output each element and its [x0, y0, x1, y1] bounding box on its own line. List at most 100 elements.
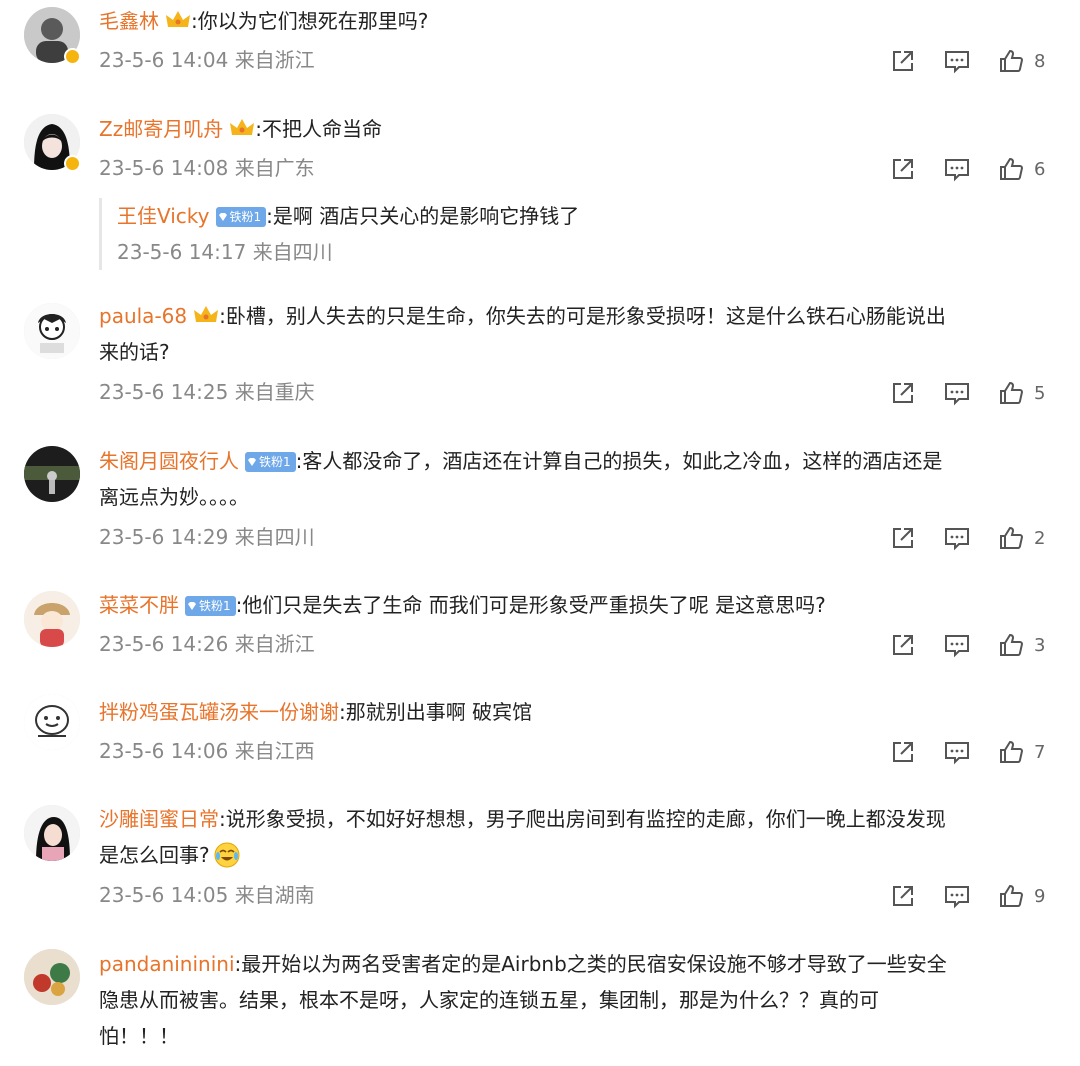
like-button[interactable]: 5 — [998, 380, 1046, 406]
comment-text: :他们只是失去了生命 而我们可是形象受严重损失了呢 是这意思吗? — [235, 593, 826, 617]
ip-location: 来自浙江 — [234, 48, 315, 72]
verified-badge-icon — [64, 155, 81, 172]
like-button[interactable]: 7 — [998, 739, 1046, 765]
diamond-icon — [188, 602, 196, 610]
thumbs-up-icon — [1000, 526, 1024, 549]
comment-actions: 5 — [890, 379, 1046, 407]
avatar[interactable] — [24, 805, 80, 861]
timestamp: 23-5-6 14:25 — [99, 380, 229, 404]
fan-badge: 铁粉1 — [215, 207, 267, 227]
timestamp: 23-5-6 14:08 — [99, 156, 229, 180]
crown-icon — [194, 306, 219, 322]
share-icon[interactable] — [890, 632, 916, 658]
avatar[interactable] — [24, 694, 80, 750]
thumbs-up-icon — [1000, 633, 1024, 656]
share-icon[interactable] — [890, 48, 916, 74]
comment-text: :不把人命当命 — [255, 117, 382, 141]
comment-icon[interactable] — [944, 739, 970, 765]
comment-text-line-2: 隐患从而被害。结果，根本不是呀，人家定的连锁五星，集团制，那是为什么？？真的可 — [99, 988, 879, 1012]
username[interactable]: pandanininini — [99, 952, 235, 976]
comment-meta: 23-5-6 14:06 来自江西 — [99, 737, 315, 765]
thumbs-up-icon — [1000, 157, 1024, 180]
comment-text: :说形象受损，不如好好想想，男子爬出房间到有监控的走廊，你们一晚上都没发现 — [219, 807, 946, 831]
comment-text-line-2: 是怎么回事? — [99, 843, 210, 867]
like-count: 5 — [1034, 382, 1046, 404]
like-count: 8 — [1034, 50, 1046, 72]
comment-meta: 23-5-6 14:25 来自重庆 — [99, 378, 315, 406]
comment-meta: 23-5-6 14:05 来自湖南 — [99, 881, 315, 909]
username[interactable]: 朱阁月圆夜行人 — [99, 449, 239, 473]
ip-location: 来自浙江 — [234, 632, 315, 656]
share-icon[interactable] — [890, 525, 916, 551]
ip-location: 来自四川 — [252, 240, 333, 264]
comment-actions: 7 — [890, 738, 1046, 766]
timestamp: 23-5-6 14:17 — [117, 240, 247, 264]
like-count: 9 — [1034, 885, 1046, 907]
ip-location: 来自四川 — [234, 525, 315, 549]
comment-actions: 6 — [890, 155, 1046, 183]
comment-actions: 8 — [890, 47, 1046, 75]
comment-text: :那就别出事啊 破宾馆 — [339, 700, 533, 724]
comment-meta: 23-5-6 14:04 来自浙江 — [99, 46, 315, 74]
comment-icon[interactable] — [944, 883, 970, 909]
comment-text-line-2: 离远点为妙。。。。 — [99, 485, 249, 509]
comment-text: :你以为它们想死在那里吗? — [191, 9, 429, 33]
avatar[interactable] — [24, 446, 80, 502]
like-count: 2 — [1034, 527, 1046, 549]
like-count: 3 — [1034, 634, 1046, 656]
thumbs-up-icon — [1000, 884, 1024, 907]
comment-icon[interactable] — [944, 632, 970, 658]
diamond-icon — [218, 213, 227, 221]
username[interactable]: 拌粉鸡蛋瓦罐汤来一份谢谢 — [99, 700, 339, 724]
reply-text: :是啊 酒店只关心的是影响它挣钱了 — [266, 204, 580, 228]
comment-text: :最开始以为两名受害者定的是Airbnb之类的民宿安保设施不够才导致了一些安全 — [234, 952, 947, 976]
diamond-icon — [248, 458, 256, 466]
comment-actions: 2 — [890, 524, 1046, 552]
share-icon[interactable] — [890, 883, 916, 909]
avatar[interactable] — [24, 949, 80, 1005]
fan-badge: 铁粉1 — [245, 452, 296, 472]
ip-location: 来自广东 — [234, 156, 315, 180]
like-button[interactable]: 8 — [998, 48, 1046, 74]
like-button[interactable]: 9 — [998, 883, 1046, 909]
timestamp: 23-5-6 14:06 — [99, 739, 229, 763]
like-button[interactable]: 3 — [998, 632, 1046, 658]
comment-meta: 23-5-6 14:29 来自四川 — [99, 523, 315, 551]
comment-icon[interactable] — [944, 525, 970, 551]
username[interactable]: paula-68 — [99, 304, 187, 328]
thumbs-up-icon — [1000, 381, 1024, 404]
comment-actions: 3 — [890, 631, 1046, 659]
username[interactable]: Zz邮寄月叽舟 — [99, 117, 223, 141]
crown-icon — [166, 11, 190, 27]
timestamp: 23-5-6 14:26 — [99, 632, 229, 656]
username[interactable]: 沙雕闺蜜日常 — [99, 807, 219, 831]
share-icon[interactable] — [890, 380, 916, 406]
comment-meta: 23-5-6 14:26 来自浙江 — [99, 630, 315, 658]
like-count: 6 — [1034, 158, 1046, 180]
share-icon[interactable] — [890, 156, 916, 182]
crown-icon — [230, 119, 255, 135]
username[interactable]: 毛鑫林 — [99, 9, 159, 33]
like-count: 7 — [1034, 741, 1046, 763]
comment-icon[interactable] — [944, 156, 970, 182]
avatar[interactable] — [24, 303, 80, 359]
comment-icon[interactable] — [944, 48, 970, 74]
share-icon[interactable] — [890, 739, 916, 765]
comment-text: :卧槽，别人失去的只是生命，你失去的可是形象受损呀！这是什么铁石心肠能说出 — [219, 304, 946, 328]
comment-text-line-2: 来的话? — [99, 340, 170, 364]
thumbs-up-icon — [1000, 740, 1024, 763]
timestamp: 23-5-6 14:04 — [99, 48, 229, 72]
comment-text: :客人都没命了，酒店还在计算自己的损失，如此之冷血，这样的酒店还是 — [295, 449, 943, 473]
avatar[interactable] — [24, 591, 80, 647]
comment-icon[interactable] — [944, 380, 970, 406]
thumbs-up-icon — [1000, 49, 1024, 72]
like-button[interactable]: 6 — [998, 156, 1046, 182]
crying-laughing-emoji-icon — [214, 842, 240, 868]
verified-badge-icon — [64, 48, 81, 65]
reply: 王佳Vicky 铁粉1:是啊 酒店只关心的是影响它挣钱了 23-5-6 14:17… — [99, 198, 1046, 270]
like-button[interactable]: 2 — [998, 525, 1046, 551]
timestamp: 23-5-6 14:05 — [99, 883, 229, 907]
comment-text-line-3: 怕！！！ — [99, 1024, 179, 1048]
reply-username[interactable]: 王佳Vicky — [117, 204, 210, 228]
username[interactable]: 菜菜不胖 — [99, 593, 179, 617]
